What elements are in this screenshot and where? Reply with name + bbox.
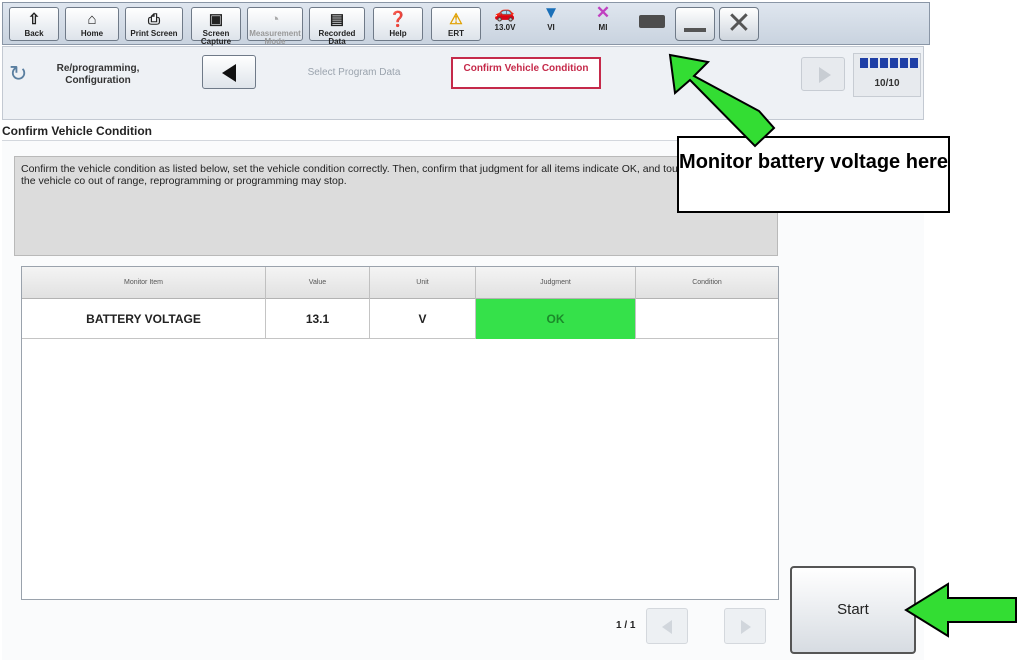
home-button[interactable]: ⌂ Home	[65, 7, 119, 41]
vi-antenna-icon: ▼	[542, 3, 560, 22]
step-select-program-data: Select Program Data	[307, 67, 401, 78]
mi-status: ✕ MI	[583, 3, 623, 37]
cell-item: BATTERY VOLTAGE	[22, 299, 266, 339]
ert-button[interactable]: ⚠ ERT	[431, 7, 481, 41]
folder-icon: ▤	[329, 11, 345, 28]
step-progress: 10/10	[853, 53, 921, 97]
help-icon: ❓	[388, 11, 408, 28]
battery-icon	[639, 15, 665, 28]
app-window: ⇧ Back ⌂ Home ⎙ Print Screen ▣ Screen Ca…	[0, 0, 1019, 664]
print-screen-button[interactable]: ⎙ Print Screen	[125, 7, 183, 41]
annotation-callout: Monitor battery voltage here	[677, 136, 950, 213]
col-condition: Condition	[692, 279, 722, 286]
progress-blocks	[860, 58, 918, 68]
car-icon: 🚗	[494, 3, 516, 22]
vehicle-battery-status: 🚗 13.0V	[485, 3, 525, 37]
top-toolbar: ⇧ Back ⌂ Home ⎙ Print Screen ▣ Screen Ca…	[2, 2, 930, 46]
col-value: Value	[266, 267, 370, 299]
home-icon: ⌂	[87, 11, 97, 28]
meter-icon: ◔	[270, 11, 280, 28]
camera-icon: ▣	[208, 11, 224, 28]
page-indicator: 1 / 1	[616, 620, 636, 631]
page-title: Confirm Vehicle Condition	[2, 124, 153, 138]
table-row: BATTERY VOLTAGE 13.1 V OK	[22, 299, 778, 339]
table-pager: 1 / 1	[610, 608, 780, 644]
step-navigation-bar: ↻ Re/programming, Configuration Select P…	[2, 46, 924, 120]
col-unit: Unit	[370, 267, 476, 299]
cell-judgment: OK	[476, 299, 636, 339]
screen-capture-button[interactable]: ▣ Screen Capture	[191, 7, 241, 46]
back-button[interactable]: ⇧ Back	[9, 7, 59, 41]
cell-value: 13.1	[266, 299, 370, 339]
printer-icon: ⎙	[147, 11, 160, 28]
reprogramming-section: ↻ Re/programming, Configuration	[9, 61, 140, 86]
page-prev-button[interactable]	[646, 608, 688, 644]
next-step-button[interactable]	[801, 57, 845, 91]
recorded-data-button[interactable]: ▤ Recorded Data	[309, 7, 365, 46]
previous-step-button[interactable]	[202, 55, 256, 89]
cell-unit: V	[370, 299, 476, 339]
minimize-button[interactable]	[675, 7, 715, 41]
page-next-button[interactable]	[724, 608, 766, 644]
measurement-mode-button[interactable]: ◔ Measurement Mode	[247, 7, 303, 46]
col-monitor-item: Monitor Item	[22, 267, 266, 299]
vi-status: ▼ VI	[531, 3, 571, 37]
col-judgment: Judgment	[476, 267, 636, 299]
step-confirm-vehicle-condition: Confirm Vehicle Condition	[451, 57, 601, 89]
monitor-table: Monitor Item Value Unit Judgment Conditi…	[21, 266, 779, 600]
reprogram-icon: ↻	[9, 61, 28, 86]
start-button[interactable]: Start	[790, 566, 916, 654]
warning-icon: ⚠	[449, 11, 463, 28]
cell-condition	[636, 299, 778, 339]
close-button[interactable]: ✕	[719, 7, 759, 41]
table-header: Monitor Item Value Unit Judgment Conditi…	[22, 267, 778, 299]
help-button[interactable]: ❓ Help	[373, 7, 423, 41]
back-arrow-icon: ⇧	[27, 11, 41, 28]
mi-cross-icon: ✕	[595, 3, 611, 22]
instructions-box: Confirm the vehicle condition as listed …	[14, 156, 778, 256]
